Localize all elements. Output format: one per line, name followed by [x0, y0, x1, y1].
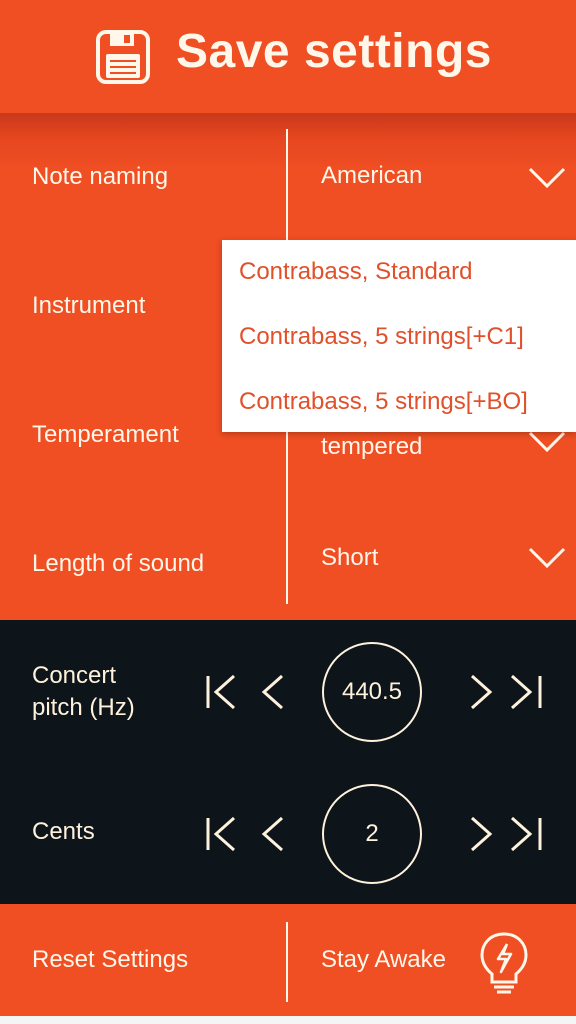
floppy-disk-icon[interactable] — [96, 30, 150, 84]
chevron-left-icon[interactable] — [256, 672, 296, 712]
dropdown-option[interactable]: Contrabass, Standard — [239, 258, 472, 286]
skip-to-end-icon[interactable] — [506, 814, 546, 854]
chevron-left-icon[interactable] — [256, 814, 296, 854]
instrument-dropdown[interactable]: Contrabass, Standard Contrabass, 5 strin… — [222, 240, 576, 432]
footer: Reset Settings Stay Awake — [0, 904, 576, 1016]
note-naming-label: Note naming — [32, 163, 169, 190]
header: Save settings — [0, 0, 576, 113]
concert-label-line1: Concert — [32, 662, 117, 689]
chevron-down-icon[interactable] — [528, 167, 566, 189]
bottom-strip — [0, 1016, 576, 1024]
pitch-panel: Concert pitch (Hz) 440.5 Cents 2 — [0, 620, 576, 904]
chevron-down-icon[interactable] — [528, 547, 566, 569]
concert-pitch-label: Concert pitch (Hz) — [32, 660, 135, 724]
chevron-down-icon[interactable] — [528, 431, 566, 453]
concert-pitch-value[interactable]: 440.5 — [322, 642, 422, 742]
skip-to-start-icon[interactable] — [204, 814, 244, 854]
length-of-sound-value[interactable]: Short — [321, 544, 378, 572]
lightbulb-icon[interactable] — [476, 930, 532, 996]
chevron-right-icon[interactable] — [458, 672, 498, 712]
cents-label: Cents — [32, 818, 95, 845]
temperament-value[interactable]: tempered — [321, 433, 422, 461]
footer-divider — [286, 922, 288, 1002]
skip-to-end-icon[interactable] — [506, 672, 546, 712]
length-of-sound-label: Length of sound — [32, 550, 205, 577]
concert-label-line2: pitch (Hz) — [32, 694, 135, 721]
dropdown-option[interactable]: Contrabass, 5 strings[+BO] — [239, 388, 528, 416]
cents-value[interactable]: 2 — [322, 784, 422, 884]
instrument-label: Instrument — [32, 292, 146, 319]
stay-awake-button[interactable]: Stay Awake — [321, 946, 446, 974]
save-settings-title[interactable]: Save settings — [176, 24, 492, 79]
skip-to-start-icon[interactable] — [204, 672, 244, 712]
temperament-label: Temperament — [32, 421, 179, 448]
note-naming-value[interactable]: American — [321, 162, 422, 190]
chevron-right-icon[interactable] — [458, 814, 498, 854]
dropdown-option[interactable]: Contrabass, 5 strings[+C1] — [239, 323, 524, 351]
reset-settings-button[interactable]: Reset Settings — [32, 946, 188, 974]
